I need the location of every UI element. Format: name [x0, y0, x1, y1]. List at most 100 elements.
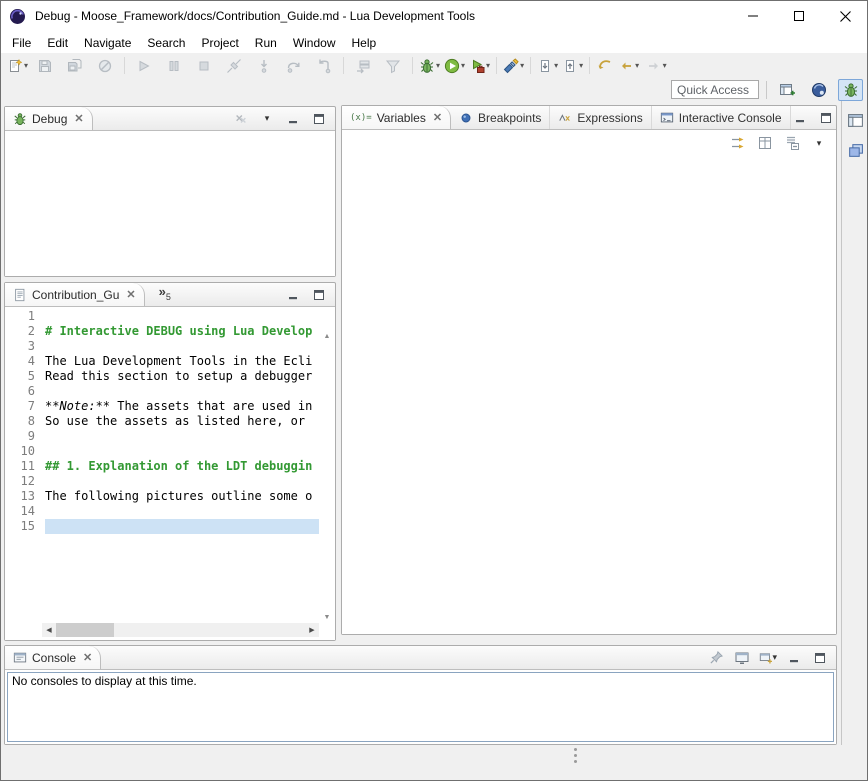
step-over-icon[interactable] [279, 55, 309, 77]
menu-file[interactable]: File [4, 34, 39, 52]
menu-project[interactable]: Project [193, 34, 246, 52]
pin-console-icon[interactable] [707, 649, 725, 667]
menu-run[interactable]: Run [247, 34, 285, 52]
tab-debug[interactable]: Debug ✕ [5, 107, 93, 130]
scroll-left-icon[interactable]: ◀ [42, 626, 56, 634]
debug-tree-area[interactable] [5, 131, 335, 276]
close-tab-icon[interactable]: ✕ [83, 651, 92, 664]
editor-line[interactable]: 13The following pictures outline some o [5, 489, 319, 504]
tab-variables[interactable]: (x)= Variables ✕ [342, 106, 451, 129]
minimize-view-icon[interactable] [284, 286, 302, 304]
ldt-perspective-icon[interactable] [806, 79, 831, 101]
editor-header: Contribution_Gu ✕ »5 [5, 283, 335, 307]
debug-perspective-icon[interactable] [838, 79, 863, 101]
new-wizard-icon[interactable]: ▾ [5, 55, 30, 77]
drop-to-frame-icon[interactable] [348, 55, 378, 77]
tab-interactive-console[interactable]: Interactive Console [652, 106, 791, 129]
close-window-button[interactable] [822, 0, 868, 32]
variables-tree-area[interactable] [342, 156, 836, 634]
scroll-down-icon[interactable]: ▼ [324, 614, 331, 621]
minimize-view-icon[interactable] [785, 649, 803, 667]
disconnect-icon[interactable] [219, 55, 249, 77]
tab-expressions[interactable]: Expressions [550, 106, 651, 129]
debug-icon[interactable]: ▾ [417, 55, 442, 77]
last-edit-location-icon[interactable] [594, 55, 616, 77]
close-tab-icon[interactable]: ✕ [74, 112, 83, 125]
editor-line[interactable]: 14 [5, 504, 319, 519]
toolbar-separator [589, 57, 590, 74]
skip-all-breakpoints-icon[interactable] [90, 55, 120, 77]
menu-navigate[interactable]: Navigate [76, 34, 139, 52]
trim-drag-handle[interactable] [574, 748, 577, 763]
editor-line[interactable]: 3 [5, 339, 319, 354]
resume-icon[interactable] [129, 55, 159, 77]
display-selected-console-icon[interactable] [733, 649, 751, 667]
external-tools-icon[interactable]: ▾ [467, 55, 492, 77]
minimize-window-button[interactable] [730, 0, 776, 32]
close-tab-icon[interactable]: ✕ [433, 111, 442, 124]
scroll-right-icon[interactable]: ▶ [305, 626, 319, 634]
minimize-view-icon[interactable] [791, 109, 809, 127]
scrollbar-thumb[interactable] [56, 623, 114, 637]
run-icon[interactable]: ▾ [442, 55, 467, 77]
open-perspective-icon[interactable] [774, 79, 799, 101]
menu-search[interactable]: Search [139, 34, 193, 52]
use-step-filters-icon[interactable] [378, 55, 408, 77]
editor-line[interactable]: 1 [5, 309, 319, 324]
tab-contribution-guide[interactable]: Contribution_Gu ✕ [5, 283, 145, 306]
step-into-icon[interactable] [249, 55, 279, 77]
editor-line[interactable]: 15 [5, 519, 319, 534]
editor-line[interactable]: 5Read this section to setup a debugger [5, 369, 319, 384]
editor-line[interactable]: 4The Lua Development Tools in the Ecli [5, 354, 319, 369]
menu-help[interactable]: Help [344, 34, 385, 52]
maximize-view-icon[interactable] [310, 110, 328, 128]
editor-vertical-scrollbar[interactable]: ▲ ▼ [320, 333, 334, 621]
editor-line[interactable]: 8So use the assets as listed here, or [5, 414, 319, 429]
search-icon[interactable]: ▾ [501, 55, 526, 77]
editor-line[interactable]: 6 [5, 384, 319, 399]
editor-line[interactable]: 9 [5, 429, 319, 444]
show-columns-icon[interactable] [756, 134, 774, 152]
show-logical-structures-icon[interactable] [729, 134, 747, 152]
editor-tab-overflow[interactable]: »5 [159, 283, 171, 306]
next-annotation-icon[interactable]: ▾ [535, 55, 560, 77]
remove-all-terminated-icon[interactable] [232, 110, 250, 128]
editor-line[interactable]: 7**Note:** The assets that are used in [5, 399, 319, 414]
minimize-view-icon[interactable] [284, 110, 302, 128]
suspend-icon[interactable] [159, 55, 189, 77]
save-all-icon[interactable] [60, 55, 90, 77]
console-message-area[interactable]: No consoles to display at this time. [7, 672, 834, 742]
maximize-window-button[interactable] [776, 0, 822, 32]
maximize-view-icon[interactable] [817, 109, 835, 127]
fast-view-minimized-icon[interactable] [845, 140, 865, 160]
editor-content[interactable]: 12# Interactive DEBUG using Lua Develop3… [5, 307, 335, 640]
editor-line[interactable]: 12 [5, 474, 319, 489]
quick-access-input[interactable]: Quick Access [671, 80, 759, 99]
terminate-icon[interactable] [189, 55, 219, 77]
maximize-view-icon[interactable] [310, 286, 328, 304]
forward-icon[interactable]: ▾ [641, 55, 671, 77]
editor-line[interactable]: 11## 1. Explanation of the LDT debuggin [5, 459, 319, 474]
tab-console[interactable]: Console ✕ [5, 646, 101, 669]
maximize-view-icon[interactable] [811, 649, 829, 667]
scroll-up-icon[interactable]: ▲ [324, 333, 331, 340]
editor-lines: 12# Interactive DEBUG using Lua Develop3… [5, 309, 319, 534]
editor-line[interactable]: 2# Interactive DEBUG using Lua Develop [5, 324, 319, 339]
menu-window[interactable]: Window [285, 34, 344, 52]
back-icon[interactable]: ▾ [616, 55, 641, 77]
view-menu-icon[interactable]: ▾ [258, 110, 276, 128]
save-icon[interactable] [30, 55, 60, 77]
previous-annotation-icon[interactable]: ▾ [560, 55, 585, 77]
close-tab-icon[interactable]: ✕ [126, 288, 135, 301]
toolbar-separator [766, 81, 767, 99]
view-menu-icon[interactable]: ▾ [810, 134, 828, 152]
fast-view-restore-icon[interactable] [845, 110, 865, 130]
collapse-all-icon[interactable] [783, 134, 801, 152]
menu-edit[interactable]: Edit [39, 34, 76, 52]
editor-horizontal-scrollbar[interactable]: ◀ ▶ [42, 623, 319, 637]
step-return-icon[interactable] [309, 55, 339, 77]
tab-breakpoints-label: Breakpoints [478, 111, 541, 125]
tab-breakpoints[interactable]: Breakpoints [451, 106, 550, 129]
editor-line[interactable]: 10 [5, 444, 319, 459]
open-console-icon[interactable]: ▾ [759, 649, 777, 667]
